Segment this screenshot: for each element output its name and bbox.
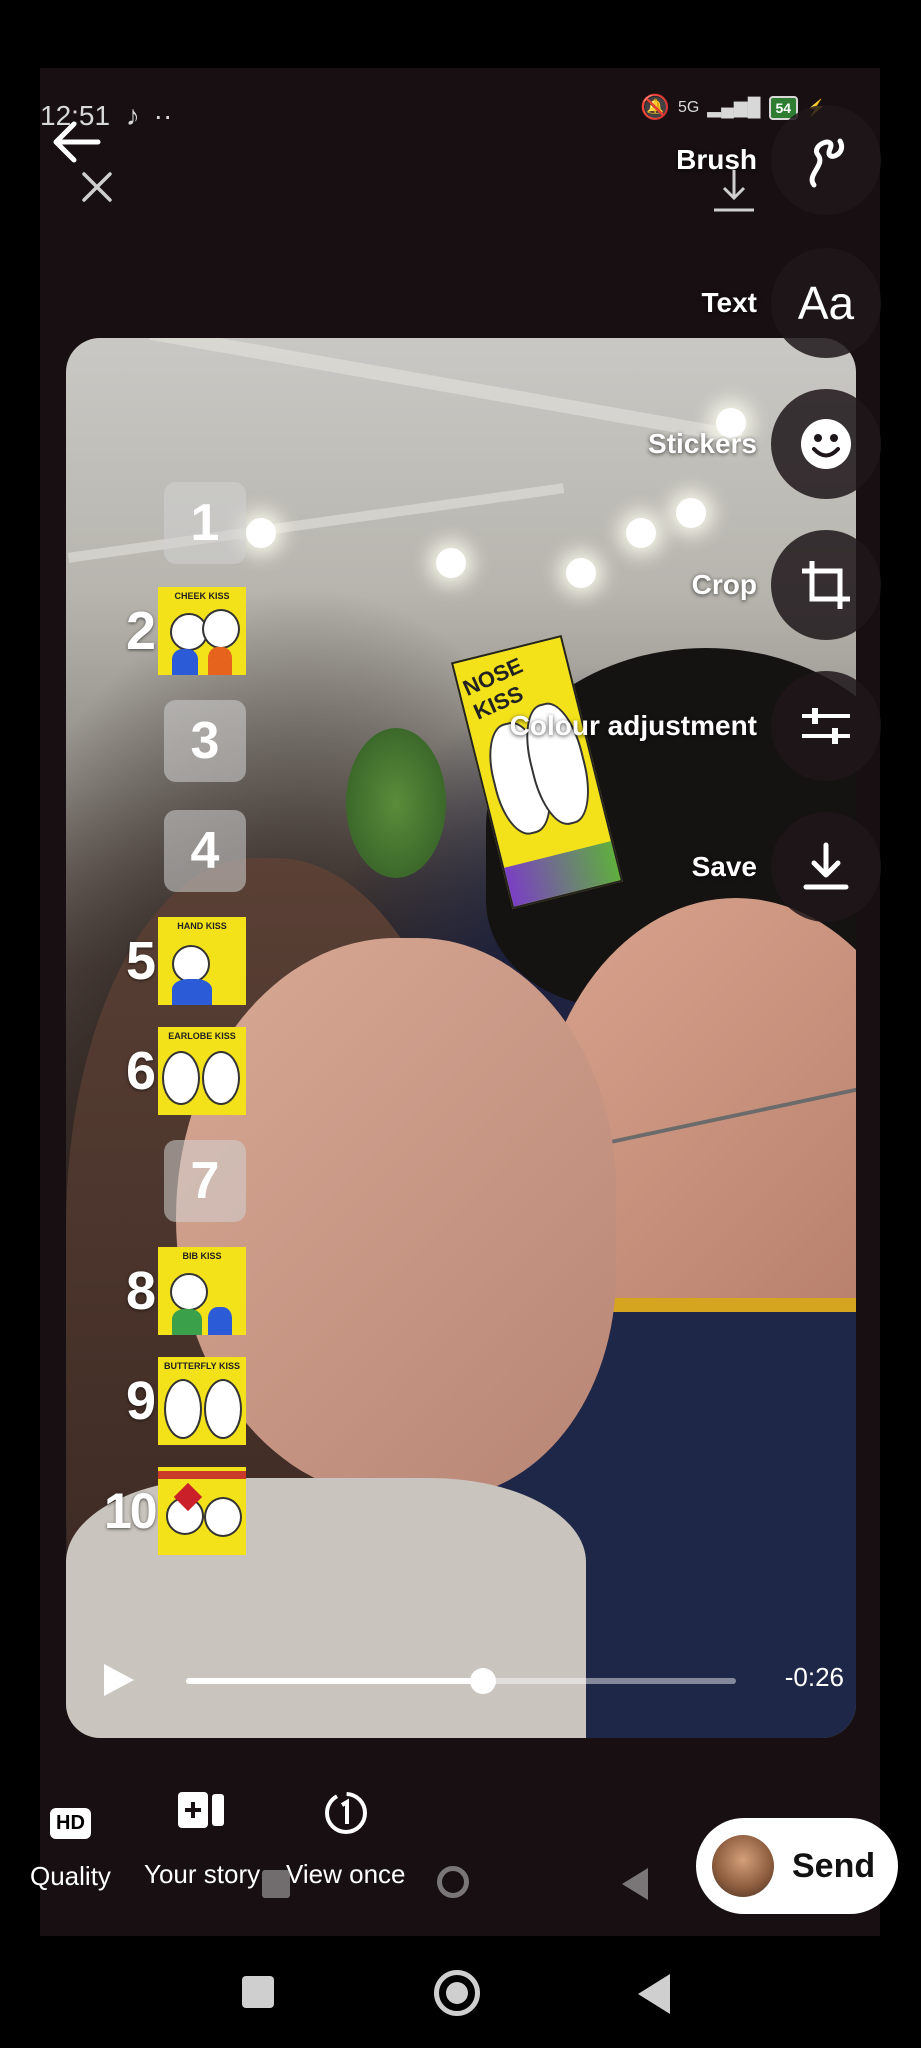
view-once-icon (286, 1790, 406, 1843)
seek-fill (186, 1678, 483, 1684)
seek-thumb[interactable] (470, 1668, 496, 1694)
list-item: 1 (104, 478, 264, 568)
video-progress[interactable]: -0:26 (66, 1650, 856, 1710)
list-number: 6 (125, 1041, 156, 1101)
list-number: 4 (164, 810, 246, 892)
your-story-button[interactable]: Your story (144, 1790, 260, 1890)
mute-bell-icon: 🔕 (640, 94, 670, 121)
ceiling-light (436, 548, 466, 578)
list-item: 8 BIB KISS (104, 1246, 264, 1336)
avatar (712, 1835, 774, 1897)
download-icon[interactable] (771, 812, 881, 922)
quality-button[interactable]: HD Quality (30, 1805, 111, 1892)
tool-colour-adjustment[interactable]: Colour adjustment (510, 671, 881, 781)
sticker-butterfly-kiss: BUTTERFLY KISS (158, 1357, 246, 1445)
tool-brush[interactable]: Brush (676, 105, 881, 215)
sticker-earlobe-kiss: EARLOBE KISS (158, 1027, 246, 1115)
list-item: 10 (104, 1466, 264, 1556)
sticker-cheek-kiss: CHEEK KISS (158, 587, 246, 675)
recents-icon[interactable] (242, 1976, 274, 2008)
home-icon[interactable] (434, 1970, 480, 2016)
time-remaining: -0:26 (784, 1662, 844, 1692)
sticker-kiss-10 (158, 1467, 246, 1555)
sticker-hand-kiss: HAND KISS (158, 917, 246, 1005)
tool-text[interactable]: Text Aa (702, 248, 881, 358)
play-icon[interactable] (100, 1662, 136, 1703)
add-story-icon (144, 1790, 260, 1837)
sticker-bib-kiss: BIB KISS (158, 1247, 246, 1335)
download-small-icon (712, 168, 756, 219)
plant (346, 728, 446, 878)
system-nav-bar (0, 1940, 921, 2048)
send-button[interactable]: Send (696, 1818, 898, 1914)
list-item: 9 BUTTERFLY KISS (104, 1356, 264, 1446)
tool-save[interactable]: Save (692, 812, 881, 922)
list-item: 6 EARLOBE KISS (104, 1026, 264, 1116)
close-icon[interactable] (80, 170, 114, 209)
tiktok-icon: ♪ (125, 100, 140, 131)
crop-icon[interactable] (771, 530, 881, 640)
list-item: 7 (104, 1136, 264, 1226)
smiley-sticker-icon[interactable] (771, 389, 881, 499)
list-item: 3 (104, 696, 264, 786)
tool-stickers[interactable]: Stickers (648, 389, 881, 499)
list-number: 9 (125, 1371, 156, 1431)
list-number: 3 (164, 700, 246, 782)
list-item: 2 CHEEK KISS (104, 586, 264, 676)
list-number: 1 (164, 482, 246, 564)
back-nav-icon[interactable] (638, 1974, 670, 2014)
list-item: 4 (104, 806, 264, 896)
seek-track[interactable] (186, 1668, 736, 1694)
list-number: 8 (125, 1261, 156, 1321)
tool-crop[interactable]: Crop (692, 530, 881, 640)
hd-icon: HD (50, 1808, 91, 1839)
list-item: 5 HAND KISS (104, 916, 264, 1006)
list-number: 5 (125, 931, 156, 991)
ghost-home-icon (437, 1866, 469, 1898)
brush-icon[interactable] (771, 105, 881, 215)
sliders-icon[interactable] (771, 671, 881, 781)
view-once-button[interactable]: View once (286, 1790, 406, 1890)
ghost-back-icon (622, 1868, 648, 1900)
ceiling-light (626, 518, 656, 548)
ceiling-light (566, 558, 596, 588)
text-aa-icon[interactable]: Aa (771, 248, 881, 358)
list-number: 10 (104, 1483, 158, 1539)
list-number: 2 (125, 601, 156, 661)
list-number: 7 (164, 1140, 246, 1222)
ghost-square-icon (262, 1870, 290, 1898)
ceiling-light (676, 498, 706, 528)
back-arrow-icon[interactable] (50, 120, 102, 169)
